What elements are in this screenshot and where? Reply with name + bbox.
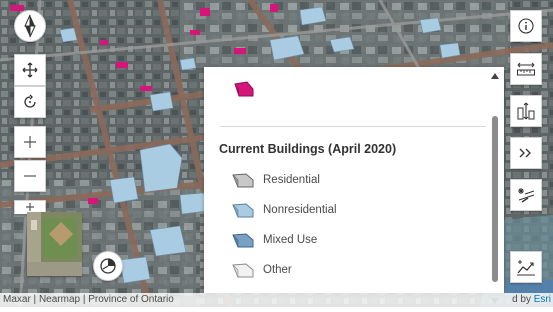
attribution-bar: Maxar | Nearmap | Province of Ontario d … <box>0 293 553 307</box>
daylight-icon <box>100 258 116 274</box>
residential-swatch-icon <box>232 173 254 188</box>
info-icon <box>518 18 534 34</box>
scroll-up-icon[interactable] <box>491 73 499 79</box>
rotate-button[interactable] <box>14 86 46 118</box>
legend-item-label: Nonresidential <box>263 204 337 216</box>
info-button[interactable] <box>510 10 542 42</box>
highlight-building-symbol <box>234 81 254 97</box>
scrollbar-thumb[interactable] <box>492 116 498 282</box>
measure-distance-button[interactable] <box>510 53 542 85</box>
nonresidential-swatch-icon <box>232 203 254 218</box>
plus-icon <box>24 136 36 148</box>
double-chevron-icon <box>519 148 531 158</box>
legend-title: Current Buildings (April 2020) <box>219 142 397 156</box>
legend-item-label: Other <box>263 264 292 276</box>
legend-item-label: Residential <box>263 174 320 186</box>
mixed-use-swatch-icon <box>232 233 254 248</box>
pan-icon <box>22 62 38 78</box>
esri-link[interactable]: Esri <box>534 294 551 305</box>
powered-by: d by Esri <box>512 293 551 307</box>
compass-icon <box>24 14 36 38</box>
minus-icon <box>24 175 36 177</box>
elevation-profile-icon <box>517 260 535 276</box>
powered-by-prefix: d by <box>512 294 531 305</box>
legend-scrollbar[interactable] <box>490 73 500 289</box>
other-swatch-icon <box>232 263 254 278</box>
legend-item-nonresidential: Nonresidential <box>232 200 337 220</box>
measure-height-icon <box>517 102 535 120</box>
measure-distance-icon <box>517 62 535 76</box>
slice-button[interactable] <box>510 179 542 211</box>
elevation-profile-button[interactable] <box>510 251 542 283</box>
attribution-text: Maxar | Nearmap | Province of Ontario <box>3 294 174 305</box>
legend-item-mixed-use: Mixed Use <box>232 230 317 250</box>
legend-separator <box>220 126 486 127</box>
navigation-icon <box>26 203 34 211</box>
zoom-in-button[interactable] <box>14 126 46 158</box>
zoom-out-button[interactable] <box>14 160 46 192</box>
rotate-icon <box>24 94 36 108</box>
expand-panel-button[interactable] <box>510 137 542 169</box>
legend-item-other: Other <box>232 260 292 280</box>
overview-map-image <box>27 212 82 276</box>
overview-map[interactable] <box>27 212 82 276</box>
compass-button[interactable] <box>14 10 46 42</box>
slice-icon <box>518 188 535 203</box>
legend-item-residential: Residential <box>232 170 320 190</box>
legend-panel: Current Buildings (April 2020) Residenti… <box>204 67 504 293</box>
measure-height-button[interactable] <box>510 95 542 127</box>
pan-button[interactable] <box>14 54 46 86</box>
daylight-button[interactable] <box>93 251 123 281</box>
legend-item-label: Mixed Use <box>263 234 318 246</box>
